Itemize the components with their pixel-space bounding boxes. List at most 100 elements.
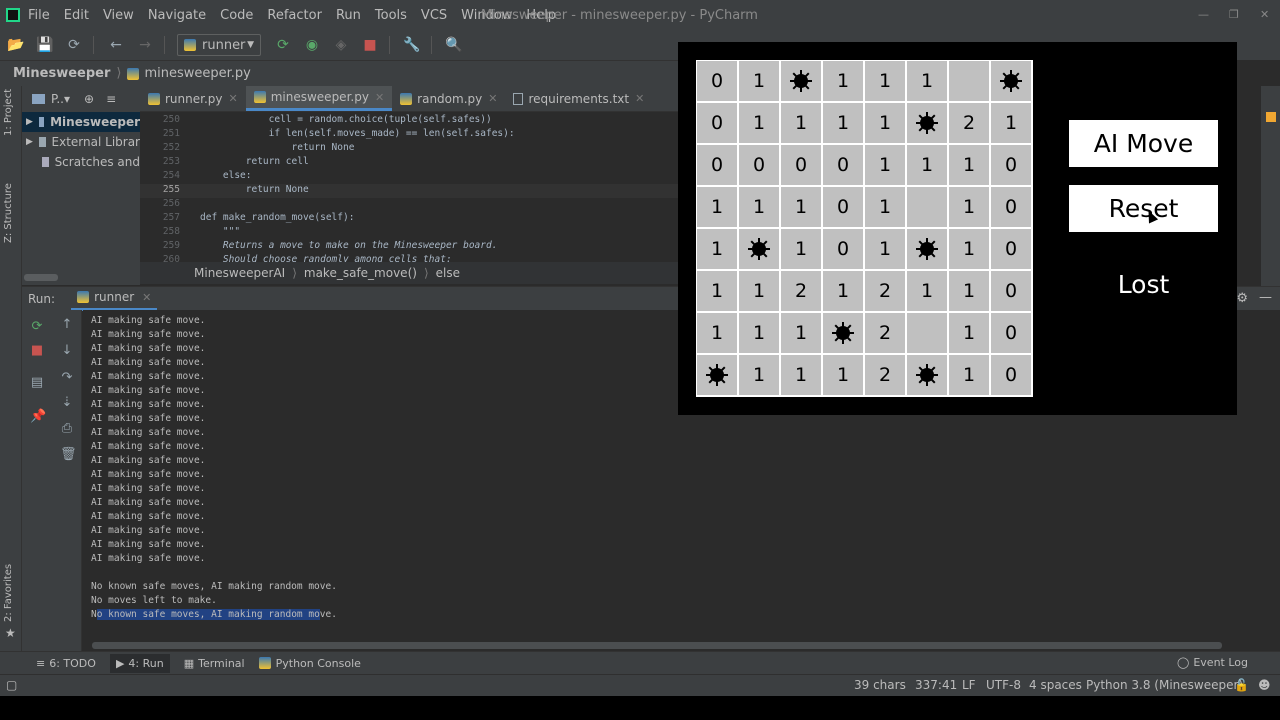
tree-item-external-libraries[interactable]: ▶ External Librar bbox=[22, 132, 140, 152]
scroll-to-end-icon[interactable]: ⇣ bbox=[60, 396, 74, 410]
board-cell[interactable]: 0 bbox=[991, 187, 1031, 227]
board-cell[interactable]: 1 bbox=[907, 61, 947, 101]
board-cell[interactable]: 0 bbox=[781, 145, 821, 185]
board-cell-mine[interactable] bbox=[697, 355, 737, 395]
project-tool-tab[interactable]: 1: Project bbox=[3, 89, 14, 136]
run-tool-button[interactable]: ▶ 4: Run bbox=[109, 653, 170, 673]
board-cell-mine[interactable] bbox=[907, 229, 947, 269]
code-editor[interactable]: 250 cell = random.choice(tuple(self.safe… bbox=[140, 112, 680, 262]
indent-setting[interactable]: 4 spaces bbox=[1029, 678, 1082, 692]
close-tab-icon[interactable]: ✕ bbox=[229, 92, 238, 105]
menu-view[interactable]: View bbox=[103, 8, 134, 23]
board-cell[interactable]: 1 bbox=[949, 229, 989, 269]
board-cell[interactable]: 1 bbox=[865, 103, 905, 143]
warning-marker-icon[interactable] bbox=[1266, 112, 1276, 122]
board-cell-mine[interactable] bbox=[781, 61, 821, 101]
pin-icon[interactable]: 📌 bbox=[30, 410, 46, 424]
menu-navigate[interactable]: Navigate bbox=[148, 8, 206, 23]
close-tab-icon[interactable]: ✕ bbox=[142, 291, 151, 304]
board-cell[interactable]: 1 bbox=[865, 145, 905, 185]
line-separator[interactable]: LF bbox=[962, 678, 976, 692]
board-cell[interactable]: 1 bbox=[949, 355, 989, 395]
board-cell-mine[interactable] bbox=[739, 229, 779, 269]
debug-bug-icon[interactable]: ◉ bbox=[299, 37, 325, 53]
menu-file[interactable]: File bbox=[28, 8, 50, 23]
board-cell[interactable]: 1 bbox=[739, 103, 779, 143]
print-icon[interactable]: ⎙ bbox=[60, 422, 74, 436]
board-cell[interactable]: 1 bbox=[823, 271, 863, 311]
board-cell[interactable]: 1 bbox=[949, 145, 989, 185]
expand-arrow-icon[interactable]: ▶ bbox=[26, 117, 33, 127]
close-tab-icon[interactable]: ✕ bbox=[635, 92, 644, 105]
menu-refactor[interactable]: Refactor bbox=[267, 8, 322, 23]
board-cell[interactable]: 1 bbox=[949, 313, 989, 353]
close-icon[interactable]: ✕ bbox=[1260, 8, 1269, 21]
board-cell[interactable]: 0 bbox=[823, 145, 863, 185]
board-cell[interactable]: 1 bbox=[781, 103, 821, 143]
board-cell[interactable]: 0 bbox=[991, 355, 1031, 395]
tree-item-minesweeper[interactable]: ▶ Minesweeper bbox=[22, 112, 140, 132]
board-cell[interactable]: 1 bbox=[991, 103, 1031, 143]
board-cell[interactable]: 1 bbox=[697, 313, 737, 353]
breadcrumb-block[interactable]: else bbox=[436, 266, 460, 280]
reset-button[interactable]: Reset bbox=[1069, 185, 1218, 232]
board-cell[interactable] bbox=[907, 187, 947, 227]
collapse-all-icon[interactable]: ≡ bbox=[106, 92, 116, 106]
search-icon[interactable]: 🔍 bbox=[441, 37, 467, 53]
structure-tool-tab[interactable]: Z: Structure bbox=[3, 183, 14, 243]
board-cell[interactable]: 1 bbox=[823, 61, 863, 101]
sync-icon[interactable]: ⟳ bbox=[61, 37, 87, 53]
ai-move-button[interactable]: AI Move bbox=[1069, 120, 1218, 167]
breadcrumb-class[interactable]: MinesweeperAI bbox=[194, 266, 285, 280]
toggle-tool-windows-icon[interactable]: ▢ bbox=[6, 678, 17, 692]
trash-icon[interactable]: 🗑 bbox=[60, 448, 77, 462]
board-cell[interactable]: 1 bbox=[823, 355, 863, 395]
gear-icon[interactable]: ⚙ bbox=[1236, 291, 1248, 306]
menu-code[interactable]: Code bbox=[220, 8, 253, 23]
board-cell[interactable]: 1 bbox=[739, 271, 779, 311]
board-cell-mine[interactable] bbox=[823, 313, 863, 353]
board-cell[interactable]: 0 bbox=[823, 187, 863, 227]
board-cell[interactable]: 0 bbox=[823, 229, 863, 269]
board-cell[interactable]: 0 bbox=[697, 103, 737, 143]
menu-run[interactable]: Run bbox=[336, 8, 361, 23]
board-cell-mine[interactable] bbox=[907, 103, 947, 143]
board-cell[interactable]: 1 bbox=[781, 187, 821, 227]
tab-random-py[interactable]: random.py ✕ bbox=[392, 86, 505, 111]
breadcrumb-method[interactable]: make_safe_move() bbox=[304, 266, 417, 280]
board-cell[interactable]: 1 bbox=[865, 61, 905, 101]
project-view-selector[interactable]: P..▾ bbox=[51, 92, 70, 106]
board-cell[interactable]: 0 bbox=[991, 145, 1031, 185]
coverage-icon[interactable]: ◈ bbox=[328, 37, 354, 53]
run-configuration-dropdown[interactable]: runner ▼ bbox=[177, 34, 261, 56]
soft-wrap-icon[interactable]: ↷ bbox=[60, 371, 74, 385]
board-cell[interactable]: 1 bbox=[697, 229, 737, 269]
board-cell[interactable]: 0 bbox=[991, 229, 1031, 269]
down-arrow-icon[interactable]: ↓ bbox=[60, 344, 74, 358]
board-cell[interactable]: 0 bbox=[991, 313, 1031, 353]
tab-requirements-txt[interactable]: requirements.txt ✕ bbox=[505, 86, 652, 111]
inspector-icon[interactable]: ☻ bbox=[1258, 678, 1271, 692]
board-cell[interactable]: 1 bbox=[739, 61, 779, 101]
horizontal-scrollbar[interactable] bbox=[24, 274, 58, 281]
tree-item-scratches[interactable]: Scratches and bbox=[22, 152, 140, 172]
expand-arrow-icon[interactable]: ▶ bbox=[26, 137, 33, 147]
board-cell[interactable]: 1 bbox=[739, 313, 779, 353]
board-cell[interactable]: 1 bbox=[697, 271, 737, 311]
layout-icon[interactable]: ▤ bbox=[30, 376, 44, 390]
caret-position[interactable]: 337:41 bbox=[915, 678, 957, 692]
board-cell-mine[interactable] bbox=[907, 355, 947, 395]
close-tab-icon[interactable]: ✕ bbox=[375, 91, 384, 104]
board-cell[interactable]: 1 bbox=[865, 229, 905, 269]
board-cell[interactable]: 0 bbox=[739, 145, 779, 185]
board-cell[interactable]: 1 bbox=[781, 229, 821, 269]
board-cell[interactable]: 1 bbox=[949, 271, 989, 311]
board-cell[interactable] bbox=[949, 61, 989, 101]
event-log-button[interactable]: ◯ Event Log bbox=[1177, 656, 1248, 669]
close-tab-icon[interactable]: ✕ bbox=[488, 92, 497, 105]
run-tab-runner[interactable]: runner ✕ bbox=[71, 287, 158, 311]
board-cell[interactable]: 1 bbox=[865, 187, 905, 227]
board-cell[interactable]: 1 bbox=[949, 187, 989, 227]
tab-minesweeper-py[interactable]: minesweeper.py ✕ bbox=[245, 86, 393, 111]
breadcrumb-file[interactable]: minesweeper.py bbox=[144, 66, 250, 81]
